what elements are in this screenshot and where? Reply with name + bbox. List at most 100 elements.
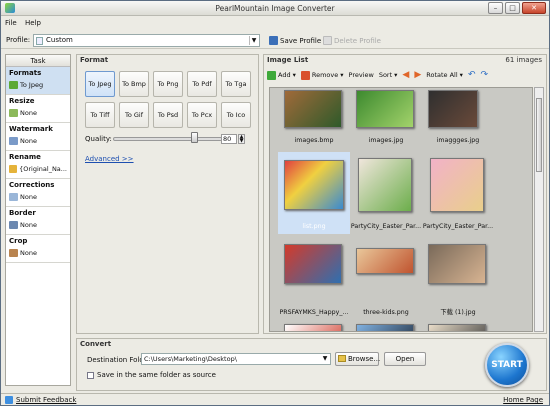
thumbnail-caption: 下载 (1).jpg — [440, 309, 476, 316]
menu-file[interactable]: File — [5, 19, 17, 27]
image-toolbar: Add ▾ Remove ▾ Preview Sort ▾ ◀ ▶ Rotate Al… — [267, 68, 543, 82]
browse-button[interactable]: Browse... — [335, 352, 381, 366]
image-list-title: Image List — [267, 56, 309, 64]
sort-button[interactable]: Sort ▾ — [379, 71, 398, 79]
floppy-icon — [269, 36, 278, 45]
thumbnail-image — [356, 248, 414, 274]
destination-select[interactable]: C:\Users\Marketing\Desktop\ ▼ — [141, 353, 331, 365]
thumbnail-item[interactable]: three-kids.png — [350, 238, 422, 320]
chevron-down-icon: ▾ — [394, 71, 398, 79]
window-controls: – □ ✕ — [488, 2, 546, 14]
quality-slider[interactable] — [113, 137, 227, 141]
image-count: 61 images — [505, 56, 542, 64]
to-ico-button[interactable]: To Ico — [221, 102, 251, 128]
destination-value: C:\Users\Marketing\Desktop\ — [144, 355, 237, 363]
thumbnail-item[interactable]: PartyCity_Easter_Par... — [350, 152, 422, 234]
arrow-right-icon: ▶ — [414, 70, 422, 80]
same-folder-label: Save in the same folder as source — [97, 371, 216, 379]
image-list-panel: Image List 61 images Add ▾ Remove ▾ Previe… — [263, 54, 547, 334]
task-corrections-value: None — [20, 193, 37, 201]
to-pcx-button[interactable]: To Pcx — [187, 102, 217, 128]
save-profile-button[interactable]: Save Profile — [269, 35, 321, 47]
task-border[interactable]: Border None — [6, 207, 70, 235]
task-crop-value: None — [20, 249, 37, 257]
open-button[interactable]: Open — [384, 352, 426, 366]
close-icon[interactable]: ✕ — [522, 2, 546, 14]
task-crop[interactable]: Crop None — [6, 235, 70, 263]
thumbnail-item[interactable]: images.bmp — [278, 88, 350, 148]
scrollbar-thumb[interactable] — [536, 98, 542, 172]
thumbnail-item[interactable]: PartyCity_Easter_Par... — [422, 152, 494, 234]
profile-select[interactable]: Custom ▼ — [33, 34, 260, 47]
minimize-icon[interactable]: – — [488, 2, 503, 14]
thumbnail-item[interactable]: images.jpg — [350, 88, 422, 148]
chevron-down-icon[interactable]: ▼ — [249, 36, 258, 45]
arrow-left-icon: ◀ — [402, 70, 410, 80]
thumbnail-item[interactable]: 下载 (1).jpg — [422, 238, 494, 320]
add-button[interactable]: Add ▾ — [267, 70, 296, 80]
quality-slider-handle[interactable] — [191, 132, 198, 143]
app-logo-icon — [5, 3, 15, 13]
image-list-header: Image List 61 images — [264, 55, 546, 66]
to-pdf-button[interactable]: To Pdf — [187, 71, 217, 97]
thumbnail-grid: images.bmp images.jpg imaggges.jpg list.… — [269, 87, 533, 332]
start-button[interactable]: START — [485, 343, 529, 387]
to-jpeg-button[interactable]: To Jpeg — [85, 71, 115, 97]
to-tga-button[interactable]: To Tga — [221, 71, 251, 97]
task-corrections[interactable]: Corrections None — [6, 179, 70, 207]
rotate-all-button[interactable]: Rotate All ▾ — [426, 71, 463, 79]
thumbnail-image — [284, 324, 342, 331]
quality-input[interactable]: 80 — [221, 134, 237, 144]
browse-label: Browse... — [348, 355, 381, 363]
remove-button[interactable]: Remove ▾ — [300, 70, 344, 80]
task-panel: Task Formats To Jpeg Resize None Waterma… — [5, 54, 71, 386]
thumbnail-scrollbar[interactable] — [534, 87, 544, 332]
submit-feedback-link[interactable]: Submit Feedback — [5, 394, 76, 405]
to-bmp-button[interactable]: To Bmp — [119, 71, 149, 97]
to-psd-button[interactable]: To Psd — [153, 102, 183, 128]
to-png-button[interactable]: To Png — [153, 71, 183, 97]
thumbnail-item[interactable]: imaggges.jpg — [422, 88, 494, 148]
preview-button[interactable]: Preview — [349, 71, 374, 79]
save-profile-label: Save Profile — [280, 37, 322, 45]
thumbnail-item[interactable]: PRSFAYMKS_Happy_... — [278, 238, 350, 320]
task-rename-title: Rename — [9, 153, 41, 161]
task-formats[interactable]: Formats To Jpeg — [6, 67, 70, 95]
task-resize[interactable]: Resize None — [6, 95, 70, 123]
thumbnail-item[interactable] — [350, 324, 422, 331]
crop-icon — [9, 249, 18, 257]
menu-help[interactable]: Help — [25, 19, 41, 27]
quality-stepper[interactable]: ▲ ▼ — [238, 134, 245, 144]
advanced-link[interactable]: Advanced >> — [85, 155, 134, 163]
task-formats-title: Formats — [9, 69, 42, 77]
window-title: PearlMountain Image Converter — [215, 4, 335, 13]
same-folder-option[interactable]: Save in the same folder as source — [87, 371, 216, 379]
thumbnail-item[interactable] — [422, 324, 494, 331]
menu-bar: File Help — [1, 16, 549, 30]
chevron-down-icon: ▾ — [459, 71, 463, 79]
task-rename[interactable]: Rename {Original_Na... — [6, 151, 70, 179]
move-right-button[interactable]: ▶ — [414, 70, 421, 80]
watermark-icon — [9, 137, 18, 145]
thumbnail-caption: images.bmp — [294, 137, 334, 144]
same-folder-checkbox[interactable] — [87, 371, 94, 379]
chevron-down-icon[interactable]: ▼ — [321, 355, 329, 363]
maximize-icon[interactable]: □ — [505, 2, 520, 14]
rotate-left-button[interactable]: ↶ — [468, 70, 476, 80]
thumbnail-item[interactable]: list.png — [278, 152, 350, 234]
status-bar: Submit Feedback Home Page — [1, 393, 549, 405]
task-crop-title: Crop — [9, 237, 28, 245]
to-gif-button[interactable]: To Gif — [119, 102, 149, 128]
thumbnail-image — [284, 90, 342, 128]
thumbnail-item[interactable] — [278, 324, 350, 331]
delete-profile-button[interactable]: Delete Profile — [323, 35, 381, 47]
quality-label: Quality: — [85, 135, 112, 143]
to-tiff-button[interactable]: To Tiff — [85, 102, 115, 128]
format-panel: Format To Jpeg To Bmp To Png To Pdf To T… — [76, 54, 259, 334]
document-icon — [36, 37, 43, 45]
home-page-link[interactable]: Home Page — [503, 394, 543, 405]
rotate-right-button[interactable]: ↷ — [480, 70, 488, 80]
move-left-button[interactable]: ◀ — [402, 70, 409, 80]
chevron-down-icon: ▾ — [292, 71, 296, 79]
task-watermark[interactable]: Watermark None — [6, 123, 70, 151]
